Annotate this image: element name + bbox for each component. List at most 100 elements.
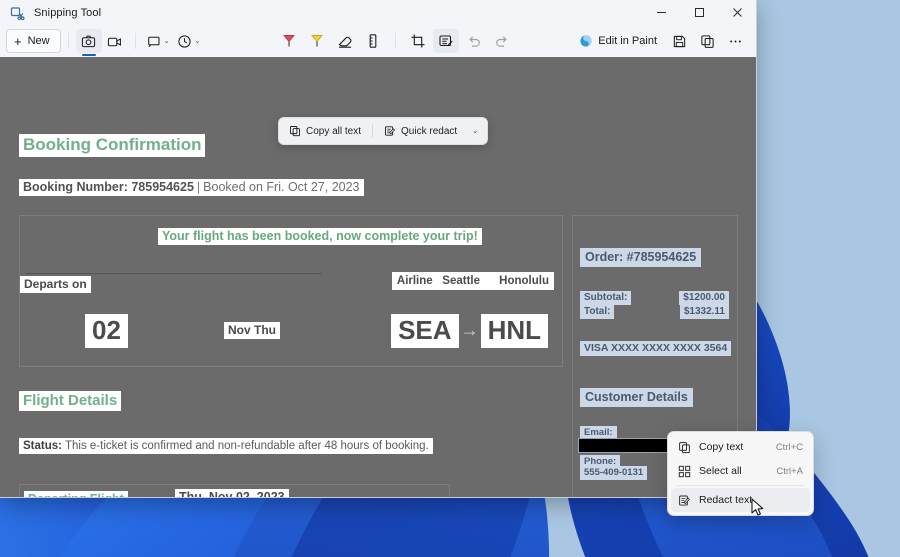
- text-context-menu: Copy text Ctrl+C Select all Ctrl+A Redac…: [667, 431, 814, 516]
- snipping-tool-window: Snipping Tool + New ⌄ ⌄ Edit in Paint Bo…: [0, 0, 757, 498]
- more-options-icon[interactable]: [722, 29, 748, 53]
- title-bar: Snipping Tool: [0, 0, 756, 25]
- copy-all-text-button[interactable]: Copy all text: [282, 121, 368, 142]
- toolbar-divider: [134, 33, 136, 49]
- chevron-down-icon[interactable]: ⌄: [466, 121, 484, 142]
- copy-icon: [678, 441, 693, 454]
- select-all-icon: [678, 465, 693, 478]
- order-number-row: Order: #785954625: [580, 248, 702, 268]
- snipping-tool-icon: [9, 5, 25, 21]
- copy-icon: [289, 125, 301, 137]
- subtotal-label: Subtotal:: [580, 291, 632, 306]
- context-menu-divider: [677, 485, 804, 486]
- window-title: Snipping Tool: [34, 6, 102, 19]
- crop-icon[interactable]: [405, 29, 431, 53]
- departing-date-text: Thu, Nov 02, 2023: [175, 489, 289, 497]
- phone-value-text: 555-409-0131: [580, 466, 648, 480]
- highlighter-icon[interactable]: [304, 29, 330, 53]
- departure-day-text: 02: [85, 314, 128, 348]
- flight-details-heading-text: Flight Details: [19, 391, 122, 412]
- booking-number-text: Booking Number: 785954625 | Booked on Fri.…: [19, 179, 364, 197]
- save-icon[interactable]: [666, 29, 692, 53]
- mode-screenshot-button[interactable]: [75, 29, 102, 53]
- departing-flight-left-column: Departing Flight Airline Flight 7934 Bus…: [24, 491, 128, 497]
- flight-booked-message-text: Your flight has been booked, now complet…: [158, 228, 482, 246]
- context-menu-shortcut: Ctrl+A: [776, 465, 803, 477]
- payment-card-row: VISA XXXX XXXX XXXX 3564: [580, 341, 732, 356]
- chevron-down-icon: ⌄: [163, 38, 170, 45]
- eraser-icon[interactable]: [332, 29, 358, 53]
- departure-month-day: Nov Thu: [224, 322, 280, 339]
- flight-details-heading: Flight Details: [19, 391, 122, 412]
- edit-in-paint-button[interactable]: Edit in Paint: [572, 29, 664, 53]
- redact-icon: [384, 125, 396, 137]
- flight-booked-message: Your flight has been booked, now complet…: [158, 228, 482, 246]
- departing-flight-title-text: Departing Flight: [24, 491, 128, 497]
- snip-delay-button[interactable]: ⌄: [173, 29, 204, 53]
- close-button[interactable]: [718, 0, 756, 25]
- context-menu-label: Select all: [699, 465, 742, 477]
- quick-redact-label: Quick redact: [401, 125, 458, 137]
- chevron-down-icon: ⌄: [194, 38, 201, 45]
- undo-icon[interactable]: [461, 29, 487, 53]
- totals-labels: Subtotal: Total:: [580, 291, 632, 320]
- quick-redact-button[interactable]: Quick redact: [377, 121, 464, 142]
- departing-date: Thu, Nov 02, 2023: [175, 489, 289, 497]
- airline-route-header: Airline Seattle Honolulu: [391, 272, 554, 291]
- copy-icon[interactable]: [694, 29, 720, 53]
- plus-icon: +: [14, 33, 22, 49]
- customer-details-heading: Customer Details: [580, 388, 693, 408]
- annotation-tools: [276, 29, 515, 53]
- redo-icon[interactable]: [489, 29, 515, 53]
- maximize-button[interactable]: [680, 0, 718, 25]
- toolbar-divider: [395, 33, 397, 49]
- mouse-cursor: [751, 498, 765, 518]
- main-toolbar: + New ⌄ ⌄ Edit in Paint: [0, 25, 756, 57]
- paint-icon: [579, 34, 593, 48]
- departing-flight-title: Departing Flight: [24, 491, 128, 497]
- total-label: Total:: [580, 305, 615, 320]
- snip-canvas[interactable]: Booking Confirmation Booking Number: 785…: [0, 57, 756, 497]
- destination-code-text: HNL: [480, 314, 548, 348]
- customer-details-heading-text: Customer Details: [580, 388, 693, 408]
- departs-on-text: Departs on: [20, 276, 91, 293]
- flight-summary-card: Your flight has been booked, now complet…: [19, 215, 563, 367]
- booking-number-row: Booking Number: 785954625 | Booked on Fri.…: [19, 179, 364, 197]
- context-menu-item-redact-text[interactable]: Redact text: [671, 488, 810, 512]
- totals-values: $1200.00 $1332.11: [679, 291, 729, 320]
- toolbar-divider: [67, 33, 69, 49]
- departs-divider: [26, 273, 322, 274]
- context-menu-label: Copy text: [699, 441, 744, 453]
- context-menu-item-select-all[interactable]: Select all Ctrl+A: [671, 459, 810, 483]
- order-number-text: Order: #785954625: [580, 248, 702, 268]
- page-title-text: Booking Confirmation: [19, 134, 206, 157]
- snip-shape-button[interactable]: ⌄: [143, 29, 174, 53]
- departs-on-label: Departs on: [20, 276, 91, 293]
- mode-record-button[interactable]: [102, 29, 128, 53]
- redact-icon: [678, 494, 693, 507]
- copy-all-text-label: Copy all text: [306, 125, 362, 137]
- payment-card-text: VISA XXXX XXXX XXXX 3564: [580, 341, 732, 356]
- minimize-button[interactable]: [642, 0, 680, 25]
- edit-in-paint-label: Edit in Paint: [598, 35, 657, 47]
- context-menu-shortcut: Ctrl+C: [775, 441, 803, 453]
- text-actions-icon[interactable]: [433, 29, 460, 53]
- departing-flight-right-column: Thu, Nov 02, 2023 Seattle SEA - 04:55 AM: [175, 489, 289, 497]
- route-codes: SEA → HNL: [391, 314, 548, 348]
- departure-month-day-text: Nov Thu: [224, 322, 280, 339]
- subtotal-value: $1200.00: [679, 291, 729, 306]
- status-text: Status: This e-ticket is confirmed and n…: [19, 438, 433, 455]
- total-value: $1332.11: [679, 305, 729, 320]
- page-title: Booking Confirmation: [19, 134, 206, 157]
- airline-route-text: Airline Seattle Honolulu: [391, 272, 554, 291]
- arrow-right-icon: →: [460, 320, 479, 341]
- origin-code-text: SEA: [391, 314, 459, 348]
- ballpoint-pen-icon[interactable]: [276, 29, 302, 53]
- context-menu-item-copy-text[interactable]: Copy text Ctrl+C: [671, 435, 810, 459]
- new-snip-button[interactable]: + New: [6, 29, 61, 53]
- phone-value: 555-409-0131: [580, 466, 648, 480]
- departure-day-number: 02: [85, 314, 128, 348]
- toolbar-right-group: Edit in Paint: [572, 29, 748, 53]
- ruler-icon[interactable]: [360, 29, 386, 53]
- new-snip-label: New: [27, 35, 50, 47]
